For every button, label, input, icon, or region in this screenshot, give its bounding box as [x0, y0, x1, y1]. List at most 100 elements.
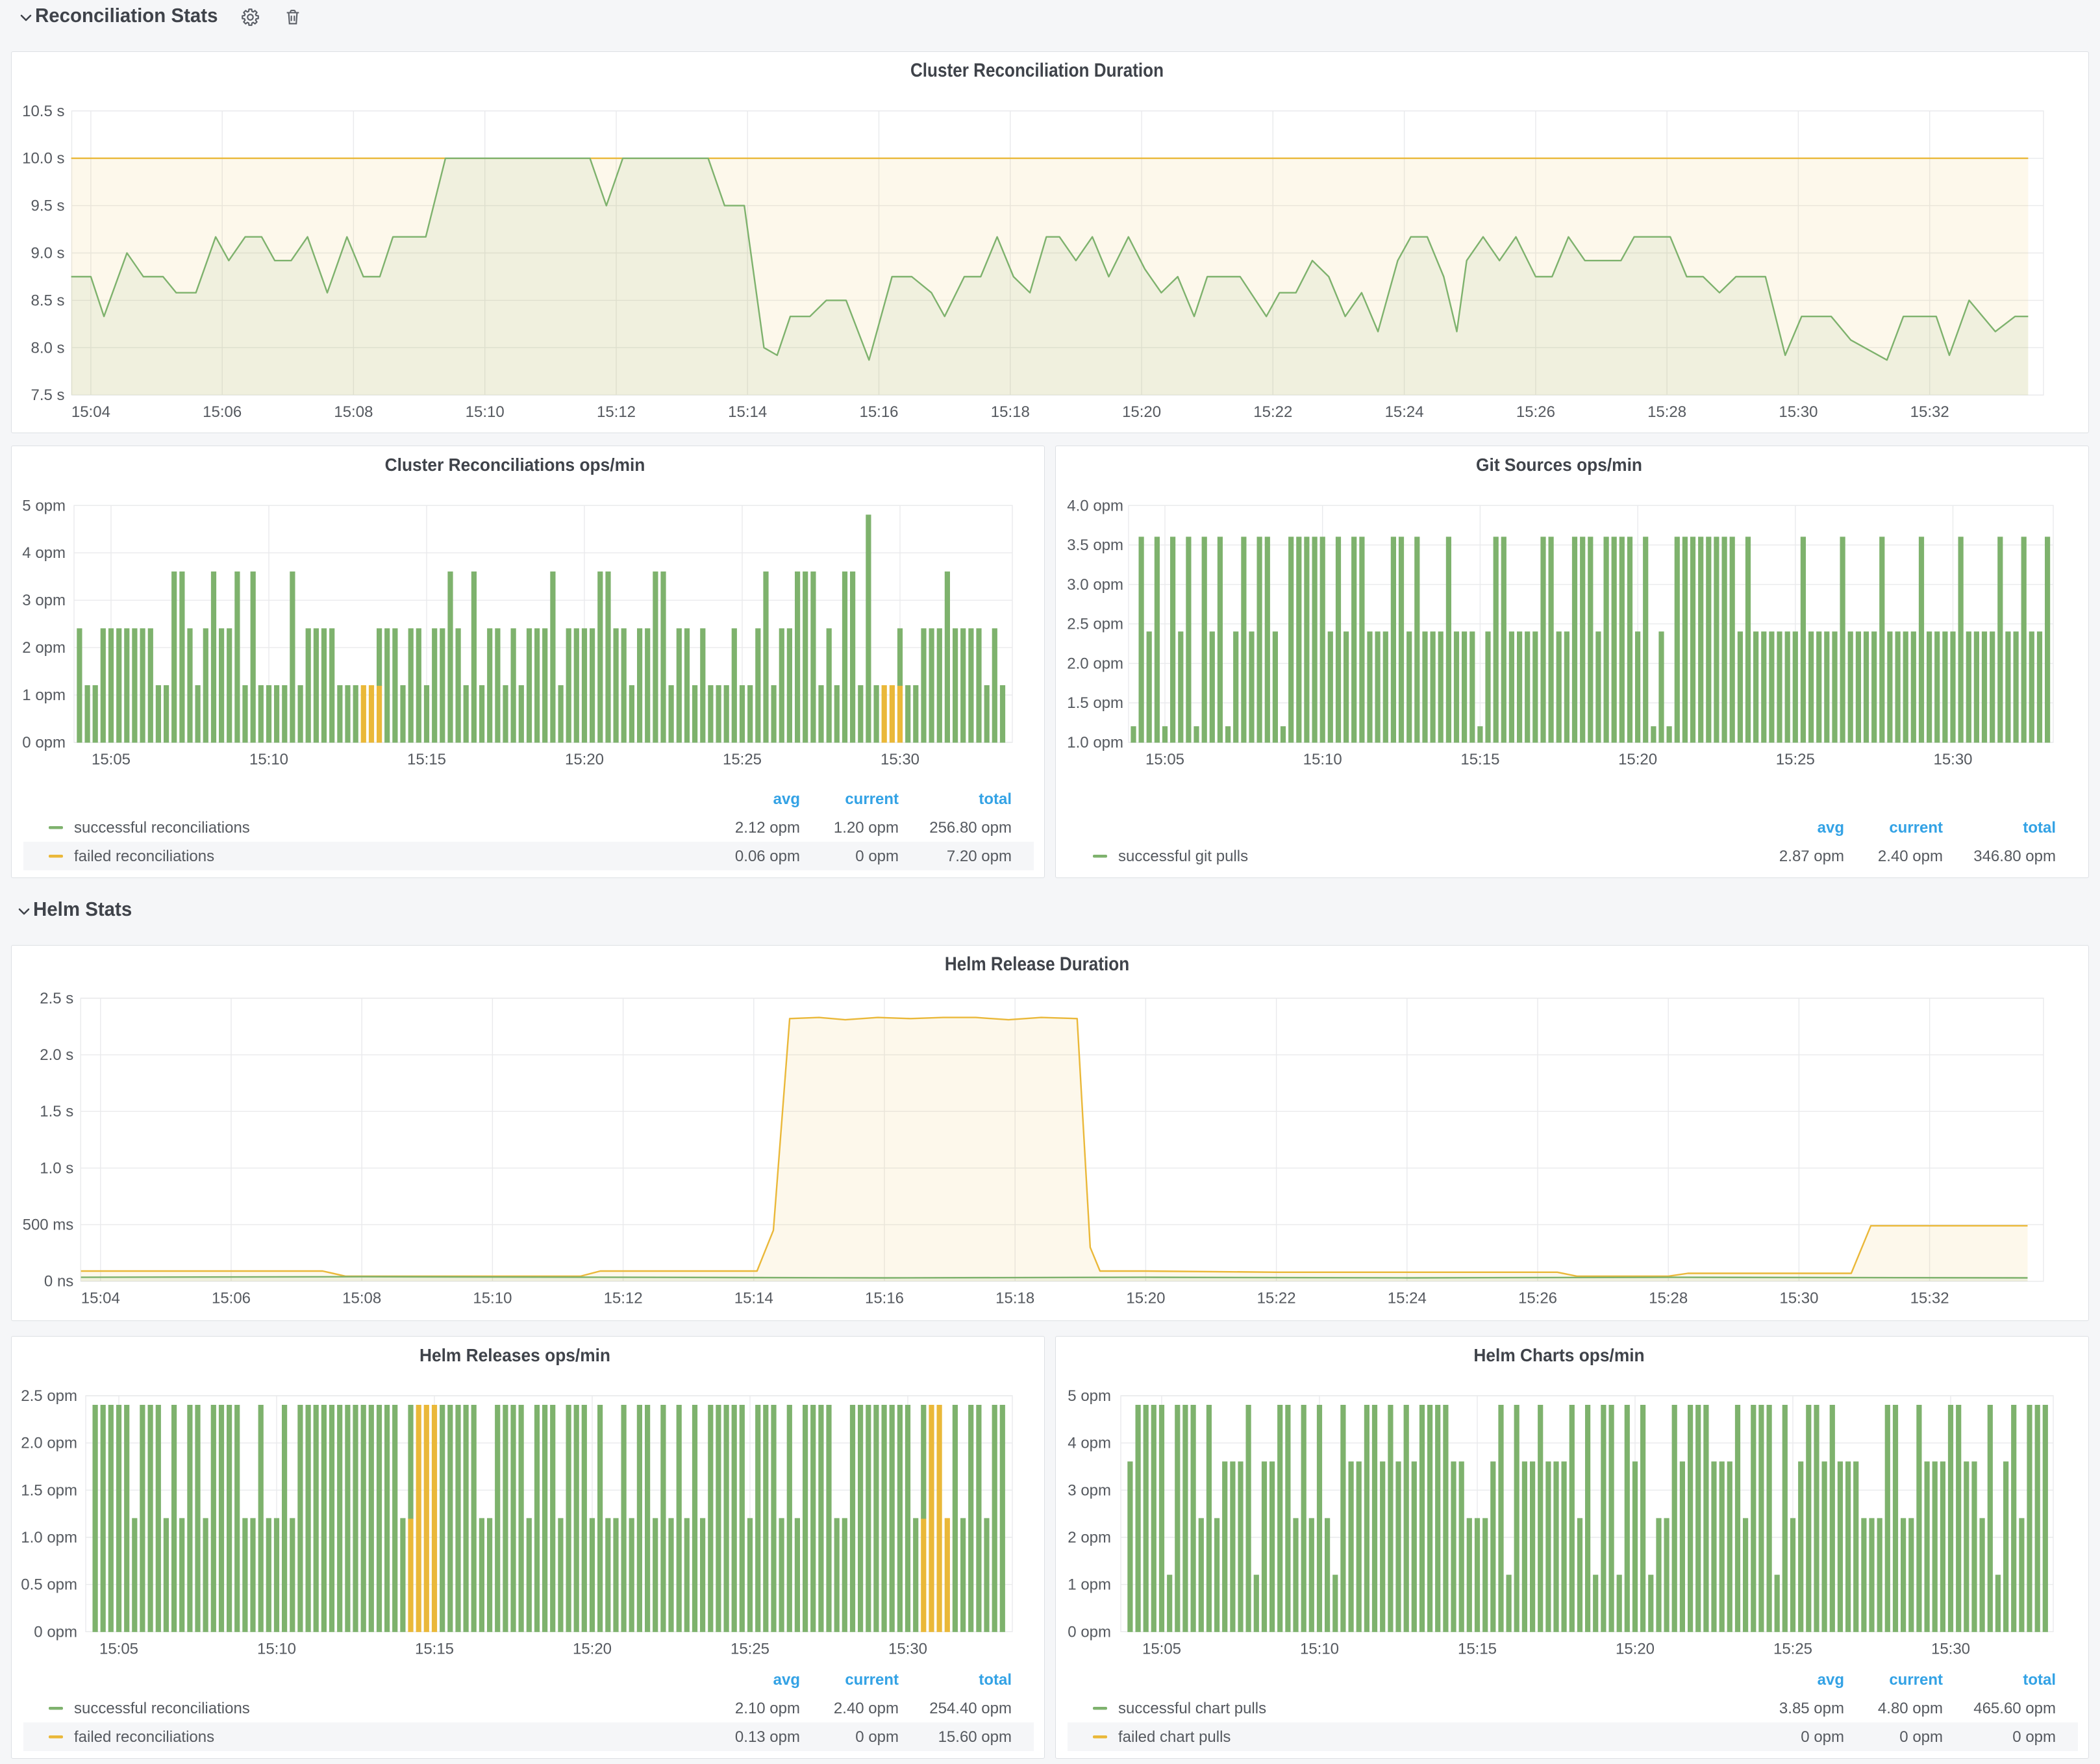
svg-text:15:06: 15:06 — [212, 1290, 251, 1307]
svg-text:3 opm: 3 opm — [1068, 1481, 1111, 1499]
svg-text:8.0 s: 8.0 s — [31, 339, 64, 357]
svg-text:2.40 opm: 2.40 opm — [834, 1700, 899, 1717]
svg-text:15:24: 15:24 — [1388, 1290, 1427, 1307]
svg-text:346.80 opm: 346.80 opm — [1973, 848, 2056, 865]
svg-text:15:18: 15:18 — [991, 403, 1030, 421]
svg-text:2.5 s: 2.5 s — [40, 990, 73, 1007]
svg-text:4 opm: 4 opm — [1068, 1435, 1111, 1452]
svg-text:15:08: 15:08 — [342, 1290, 381, 1307]
svg-text:15:04: 15:04 — [71, 403, 110, 421]
svg-text:15:16: 15:16 — [859, 403, 898, 421]
svg-text:15:30: 15:30 — [1931, 1640, 1970, 1657]
svg-text:15:05: 15:05 — [1142, 1640, 1181, 1657]
svg-text:15:10: 15:10 — [473, 1290, 512, 1307]
svg-text:avg: avg — [1818, 819, 1844, 837]
svg-text:1.0 opm: 1.0 opm — [1067, 734, 1123, 751]
svg-text:0 opm: 0 opm — [22, 734, 66, 751]
svg-text:1.0 opm: 1.0 opm — [21, 1529, 77, 1546]
svg-text:15:15: 15:15 — [415, 1640, 454, 1657]
svg-text:15:06: 15:06 — [203, 403, 242, 421]
svg-text:15:04: 15:04 — [81, 1290, 120, 1307]
svg-text:2.0 opm: 2.0 opm — [1067, 655, 1123, 672]
svg-text:8.5 s: 8.5 s — [31, 292, 64, 309]
svg-text:0 opm: 0 opm — [2012, 1728, 2056, 1746]
svg-text:15:10: 15:10 — [466, 403, 505, 421]
svg-text:total: total — [2023, 819, 2056, 837]
svg-text:15:10: 15:10 — [249, 751, 288, 768]
svg-text:5 opm: 5 opm — [22, 497, 66, 514]
svg-text:254.40 opm: 254.40 opm — [929, 1700, 1012, 1717]
svg-text:failed chart pulls: failed chart pulls — [1118, 1728, 1231, 1746]
svg-text:avg: avg — [1818, 1671, 1844, 1689]
svg-text:15:20: 15:20 — [565, 751, 604, 768]
svg-text:15:28: 15:28 — [1649, 1290, 1688, 1307]
svg-text:9.5 s: 9.5 s — [31, 197, 64, 215]
svg-text:15:25: 15:25 — [731, 1640, 769, 1657]
svg-text:15:25: 15:25 — [1776, 751, 1815, 768]
svg-text:15:25: 15:25 — [1773, 1640, 1812, 1657]
svg-text:successful reconciliations: successful reconciliations — [74, 819, 250, 837]
svg-text:2.10 opm: 2.10 opm — [735, 1700, 800, 1717]
svg-text:avg: avg — [773, 790, 800, 808]
svg-text:current: current — [1889, 819, 1943, 837]
svg-text:4 opm: 4 opm — [22, 544, 66, 562]
svg-text:10.5 s: 10.5 s — [22, 103, 64, 120]
svg-text:15:22: 15:22 — [1253, 403, 1292, 421]
svg-text:3 opm: 3 opm — [22, 592, 66, 609]
svg-text:15:30: 15:30 — [1933, 751, 1972, 768]
svg-text:5 opm: 5 opm — [1068, 1387, 1111, 1405]
svg-text:15:28: 15:28 — [1647, 403, 1686, 421]
svg-text:0 ns: 0 ns — [44, 1273, 73, 1291]
svg-text:10.0 s: 10.0 s — [22, 150, 64, 168]
svg-text:15:26: 15:26 — [1518, 1290, 1557, 1307]
svg-text:4.0 opm: 4.0 opm — [1067, 497, 1123, 514]
svg-text:15:15: 15:15 — [407, 751, 446, 768]
svg-text:15:30: 15:30 — [1779, 1290, 1818, 1307]
svg-text:1 opm: 1 opm — [22, 687, 66, 704]
svg-text:2.87 opm: 2.87 opm — [1779, 848, 1844, 865]
svg-text:15:26: 15:26 — [1516, 403, 1555, 421]
svg-text:successful reconciliations: successful reconciliations — [74, 1700, 250, 1717]
svg-text:15:12: 15:12 — [604, 1290, 643, 1307]
svg-text:1.5 opm: 1.5 opm — [21, 1481, 77, 1499]
svg-text:2 opm: 2 opm — [22, 639, 66, 657]
svg-text:15:05: 15:05 — [99, 1640, 138, 1657]
svg-text:500 ms: 500 ms — [23, 1216, 74, 1234]
svg-text:15:22: 15:22 — [1257, 1290, 1296, 1307]
svg-text:successful git pulls: successful git pulls — [1118, 848, 1248, 865]
svg-text:1.5 opm: 1.5 opm — [1067, 694, 1123, 712]
svg-text:0 opm: 0 opm — [34, 1623, 77, 1641]
svg-text:current: current — [845, 1671, 899, 1689]
svg-text:failed reconciliations: failed reconciliations — [74, 1728, 214, 1746]
svg-text:15:05: 15:05 — [1145, 751, 1184, 768]
svg-text:15:24: 15:24 — [1385, 403, 1424, 421]
svg-text:7.5 s: 7.5 s — [31, 386, 64, 404]
svg-text:15:30: 15:30 — [1779, 403, 1818, 421]
svg-text:0 opm: 0 opm — [1068, 1623, 1111, 1641]
svg-text:current: current — [1889, 1671, 1943, 1689]
svg-text:15:20: 15:20 — [1616, 1640, 1655, 1657]
svg-text:2.12 opm: 2.12 opm — [735, 819, 800, 837]
svg-text:15:05: 15:05 — [92, 751, 131, 768]
svg-text:3.5 opm: 3.5 opm — [1067, 536, 1123, 554]
svg-text:15:32: 15:32 — [1910, 403, 1949, 421]
svg-text:0 opm: 0 opm — [855, 1728, 899, 1746]
svg-text:1.20 opm: 1.20 opm — [834, 819, 899, 837]
svg-text:15:20: 15:20 — [1618, 751, 1657, 768]
svg-text:successful chart pulls: successful chart pulls — [1118, 1700, 1266, 1717]
svg-text:0.13 opm: 0.13 opm — [735, 1728, 800, 1746]
svg-text:15:08: 15:08 — [334, 403, 373, 421]
svg-text:15:30: 15:30 — [888, 1640, 927, 1657]
svg-text:0 opm: 0 opm — [1801, 1728, 1844, 1746]
svg-text:2.0 s: 2.0 s — [40, 1046, 73, 1064]
svg-text:15:14: 15:14 — [734, 1290, 773, 1307]
svg-text:total: total — [979, 790, 1012, 808]
svg-text:15:12: 15:12 — [597, 403, 636, 421]
svg-text:15:10: 15:10 — [1303, 751, 1342, 768]
svg-text:0 opm: 0 opm — [1899, 1728, 1943, 1746]
svg-text:1.0 s: 1.0 s — [40, 1159, 73, 1177]
svg-text:0.06 opm: 0.06 opm — [735, 848, 800, 865]
svg-text:15:25: 15:25 — [723, 751, 762, 768]
svg-text:2.0 opm: 2.0 opm — [21, 1435, 77, 1452]
svg-text:2.40 opm: 2.40 opm — [1878, 848, 1943, 865]
